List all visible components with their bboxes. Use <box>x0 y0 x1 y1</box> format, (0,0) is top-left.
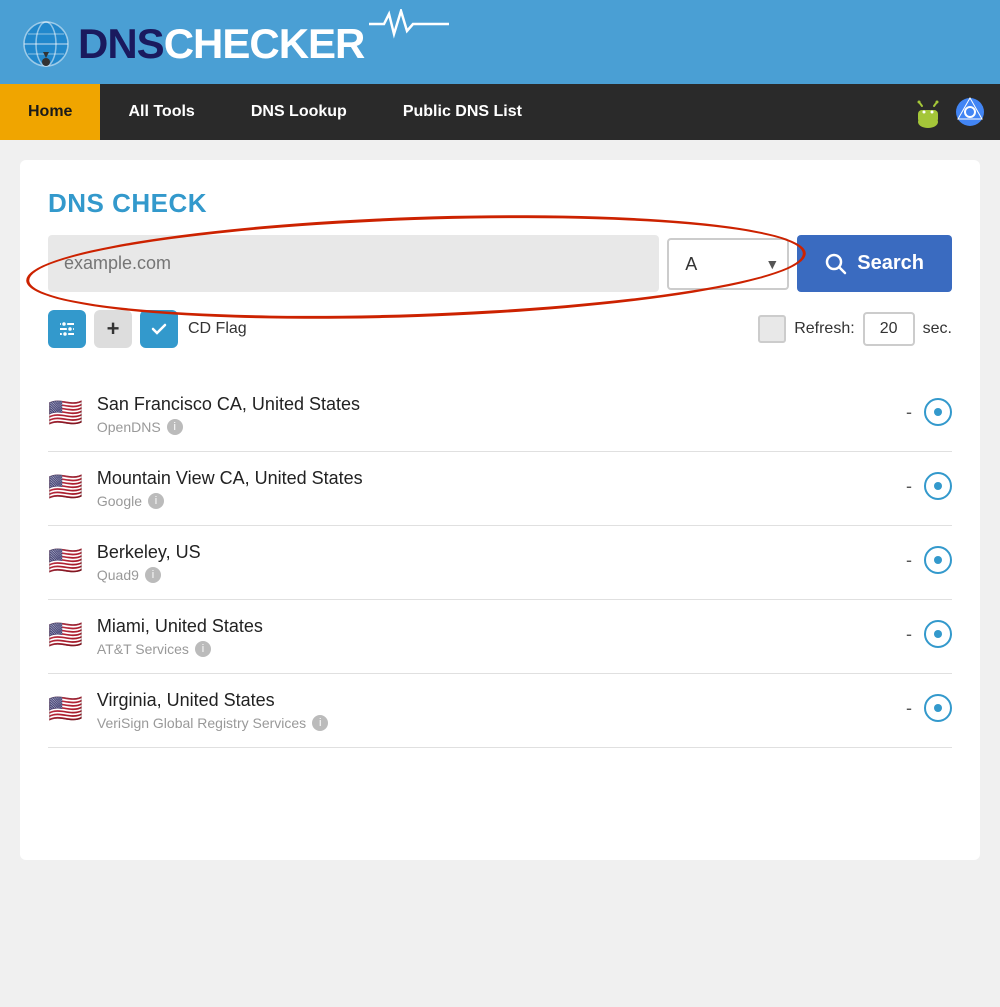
navigation: Home All Tools DNS Lookup Public DNS Lis… <box>0 84 1000 140</box>
dns-row: 🇺🇸 Virginia, United States VeriSign Glob… <box>48 674 952 748</box>
check-button[interactable] <box>140 310 178 348</box>
dns-dash: - <box>906 402 912 423</box>
search-button[interactable]: Search <box>797 235 952 292</box>
dns-row: 🇺🇸 Mountain View CA, United States Googl… <box>48 452 952 526</box>
flag-berkeley: 🇺🇸 <box>48 544 83 577</box>
search-icon <box>825 253 847 275</box>
dns-dash: - <box>906 476 912 497</box>
dns-location: Virginia, United States <box>97 690 906 711</box>
nav-item-home[interactable]: Home <box>0 84 100 140</box>
chrome-icon[interactable] <box>954 96 986 128</box>
dns-info-miami: Miami, United States AT&T Services i <box>97 616 906 657</box>
refresh-checkbox[interactable] <box>758 315 786 343</box>
dns-provider-row: AT&T Services i <box>97 641 906 657</box>
dns-status-icon[interactable] <box>924 398 952 426</box>
nav-icons <box>898 84 1000 140</box>
flag-virginia: 🇺🇸 <box>48 692 83 725</box>
add-button[interactable]: + <box>94 310 132 348</box>
main-content: DNS CHECK A AAAA MX NS TXT CNAME SOA PTR… <box>20 160 980 860</box>
settings-button[interactable] <box>48 310 86 348</box>
dns-status-dot <box>934 630 942 638</box>
dns-status-dot <box>934 482 942 490</box>
record-type-wrapper: A AAAA MX NS TXT CNAME SOA PTR ▼ <box>667 235 789 292</box>
sliders-icon <box>57 319 77 339</box>
dns-location: Mountain View CA, United States <box>97 468 906 489</box>
dns-provider-row: Quad9 i <box>97 567 906 583</box>
refresh-input[interactable]: 20 <box>863 312 915 346</box>
dns-info-san-francisco: San Francisco CA, United States OpenDNS … <box>97 394 906 435</box>
dns-provider-row: VeriSign Global Registry Services i <box>97 715 906 731</box>
dns-dash: - <box>906 550 912 571</box>
dns-provider: AT&T Services <box>97 641 189 657</box>
dns-status-icon[interactable] <box>924 472 952 500</box>
logo-text: DNS CHECKER <box>78 23 364 65</box>
dns-status-dot <box>934 408 942 416</box>
dns-info-virginia: Virginia, United States VeriSign Global … <box>97 690 906 731</box>
globe-icon <box>20 18 72 70</box>
android-icon[interactable] <box>912 96 944 128</box>
toolbar-row: + CD Flag Refresh: 20 sec. <box>48 310 952 358</box>
search-input[interactable] <box>48 235 659 292</box>
dns-row: 🇺🇸 Berkeley, US Quad9 i - <box>48 526 952 600</box>
dns-dash: - <box>906 698 912 719</box>
dns-provider: Google <box>97 493 142 509</box>
record-type-select[interactable]: A AAAA MX NS TXT CNAME SOA PTR <box>667 238 789 290</box>
dns-dash: - <box>906 624 912 645</box>
dns-provider: VeriSign Global Registry Services <box>97 715 306 731</box>
info-icon[interactable]: i <box>195 641 211 657</box>
check-icon <box>150 320 168 338</box>
dns-status-icon[interactable] <box>924 694 952 722</box>
refresh-sec-label: sec. <box>923 320 952 338</box>
section-title: DNS CHECK <box>48 188 952 219</box>
logo: DNS CHECKER <box>20 18 364 70</box>
dns-provider-row: OpenDNS i <box>97 419 906 435</box>
dns-status-icon[interactable] <box>924 546 952 574</box>
info-icon[interactable]: i <box>312 715 328 731</box>
nav-item-dns-lookup[interactable]: DNS Lookup <box>223 84 375 140</box>
dns-results-list: 🇺🇸 San Francisco CA, United States OpenD… <box>48 378 952 748</box>
dns-info-berkeley: Berkeley, US Quad9 i <box>97 542 906 583</box>
dns-location: San Francisco CA, United States <box>97 394 906 415</box>
dns-info-mountain-view: Mountain View CA, United States Google i <box>97 468 906 509</box>
cd-flag-label: CD Flag <box>188 320 247 338</box>
dns-row: 🇺🇸 San Francisco CA, United States OpenD… <box>48 378 952 452</box>
dns-provider-row: Google i <box>97 493 906 509</box>
dns-row: 🇺🇸 Miami, United States AT&T Services i … <box>48 600 952 674</box>
dns-location: Miami, United States <box>97 616 906 637</box>
info-icon[interactable]: i <box>167 419 183 435</box>
flag-miami: 🇺🇸 <box>48 618 83 651</box>
dns-provider: Quad9 <box>97 567 139 583</box>
dns-location: Berkeley, US <box>97 542 906 563</box>
search-area: A AAAA MX NS TXT CNAME SOA PTR ▼ Search <box>48 235 952 292</box>
nav-item-all-tools[interactable]: All Tools <box>100 84 222 140</box>
dns-status-dot <box>934 704 942 712</box>
dns-status-icon[interactable] <box>924 620 952 648</box>
info-icon[interactable]: i <box>148 493 164 509</box>
flag-san-francisco: 🇺🇸 <box>48 396 83 429</box>
nav-item-public-dns-list[interactable]: Public DNS List <box>375 84 550 140</box>
dns-provider: OpenDNS <box>97 419 161 435</box>
dns-status-dot <box>934 556 942 564</box>
header: DNS CHECKER <box>0 0 1000 84</box>
info-icon[interactable]: i <box>145 567 161 583</box>
refresh-label: Refresh: <box>794 320 854 338</box>
flag-mountain-view: 🇺🇸 <box>48 470 83 503</box>
heartbeat-icon <box>369 9 449 39</box>
